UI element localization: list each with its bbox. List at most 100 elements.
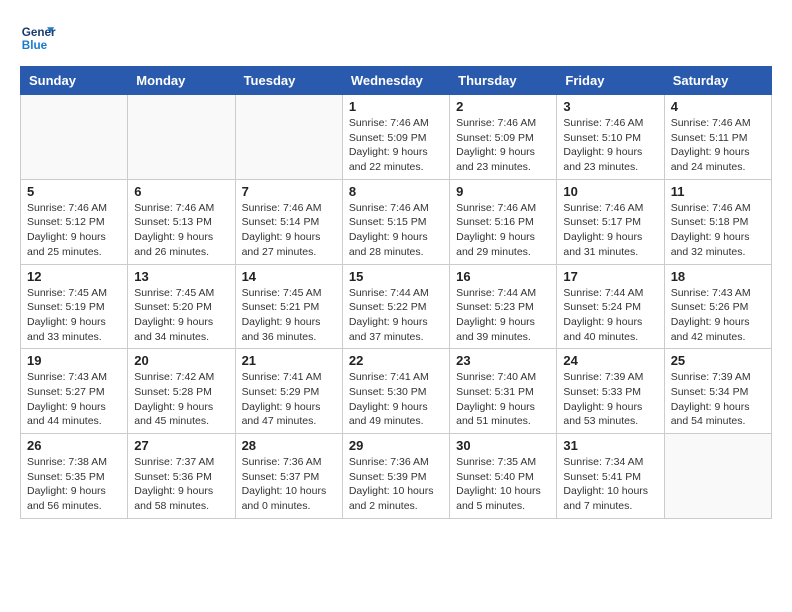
calendar-cell: 1 Sunrise: 7:46 AM Sunset: 5:09 PM Daylig… (342, 95, 449, 180)
day-number: 8 (349, 184, 443, 199)
calendar-cell: 18Sunrise: 7:43 AM Sunset: 5:26 PM Dayli… (664, 264, 771, 349)
day-number: 19 (27, 353, 121, 368)
weekday-header-wednesday: Wednesday (342, 67, 449, 95)
day-info: Sunrise: 7:46 AM Sunset: 5:09 PM Dayligh… (349, 116, 443, 175)
calendar-cell: 11 Sunrise: 7:46 AM Sunset: 5:18 PM Dayli… (664, 179, 771, 264)
day-info: Sunrise: 7:40 AM Sunset: 5:31 PM Dayligh… (456, 370, 550, 429)
calendar-cell: 28Sunrise: 7:36 AM Sunset: 5:37 PM Dayli… (235, 434, 342, 519)
day-number: 13 (134, 269, 228, 284)
calendar-cell: 30 Sunrise: 7:35 AM Sunset: 5:40 PM Dayli… (450, 434, 557, 519)
calendar-cell: 2 Sunrise: 7:46 AM Sunset: 5:09 PM Daylig… (450, 95, 557, 180)
calendar-cell: 10 Sunrise: 7:46 AM Sunset: 5:17 PM Dayli… (557, 179, 664, 264)
calendar-cell: 6 Sunrise: 7:46 AM Sunset: 5:13 PM Daylig… (128, 179, 235, 264)
calendar-cell: 24 Sunrise: 7:39 AM Sunset: 5:33 PM Dayli… (557, 349, 664, 434)
day-number: 3 (563, 99, 657, 114)
day-info: Sunrise: 7:44 AM Sunset: 5:22 PM Dayligh… (349, 286, 443, 345)
calendar-cell: 8Sunrise: 7:46 AM Sunset: 5:15 PM Daylig… (342, 179, 449, 264)
day-number: 2 (456, 99, 550, 114)
calendar-cell: 25Sunrise: 7:39 AM Sunset: 5:34 PM Dayli… (664, 349, 771, 434)
weekday-header-saturday: Saturday (664, 67, 771, 95)
calendar-cell (128, 95, 235, 180)
week-row-4: 19 Sunrise: 7:43 AM Sunset: 5:27 PM Dayli… (21, 349, 772, 434)
day-info: Sunrise: 7:37 AM Sunset: 5:36 PM Dayligh… (134, 455, 228, 514)
weekday-header-sunday: Sunday (21, 67, 128, 95)
logo-icon: General Blue (20, 20, 56, 56)
day-info: Sunrise: 7:44 AM Sunset: 5:23 PM Dayligh… (456, 286, 550, 345)
day-number: 29 (349, 438, 443, 453)
day-info: Sunrise: 7:43 AM Sunset: 5:27 PM Dayligh… (27, 370, 121, 429)
day-number: 14 (242, 269, 336, 284)
calendar-cell: 13 Sunrise: 7:45 AM Sunset: 5:20 PM Dayli… (128, 264, 235, 349)
day-info: Sunrise: 7:35 AM Sunset: 5:40 PM Dayligh… (456, 455, 550, 514)
day-info: Sunrise: 7:46 AM Sunset: 5:13 PM Dayligh… (134, 201, 228, 260)
day-number: 21 (242, 353, 336, 368)
day-number: 20 (134, 353, 228, 368)
day-info: Sunrise: 7:46 AM Sunset: 5:12 PM Dayligh… (27, 201, 121, 260)
day-number: 22 (349, 353, 443, 368)
week-row-3: 12 Sunrise: 7:45 AM Sunset: 5:19 PM Dayli… (21, 264, 772, 349)
calendar-cell: 7Sunrise: 7:46 AM Sunset: 5:14 PM Daylig… (235, 179, 342, 264)
day-number: 1 (349, 99, 443, 114)
day-info: Sunrise: 7:46 AM Sunset: 5:11 PM Dayligh… (671, 116, 765, 175)
week-row-2: 5Sunrise: 7:46 AM Sunset: 5:12 PM Daylig… (21, 179, 772, 264)
day-number: 12 (27, 269, 121, 284)
day-number: 28 (242, 438, 336, 453)
day-info: Sunrise: 7:36 AM Sunset: 5:39 PM Dayligh… (349, 455, 443, 514)
day-info: Sunrise: 7:41 AM Sunset: 5:29 PM Dayligh… (242, 370, 336, 429)
day-number: 10 (563, 184, 657, 199)
day-info: Sunrise: 7:46 AM Sunset: 5:16 PM Dayligh… (456, 201, 550, 260)
day-number: 23 (456, 353, 550, 368)
calendar-cell: 31Sunrise: 7:34 AM Sunset: 5:41 PM Dayli… (557, 434, 664, 519)
day-number: 24 (563, 353, 657, 368)
weekday-header-tuesday: Tuesday (235, 67, 342, 95)
day-number: 11 (671, 184, 765, 199)
calendar-cell: 9 Sunrise: 7:46 AM Sunset: 5:16 PM Daylig… (450, 179, 557, 264)
weekday-header-thursday: Thursday (450, 67, 557, 95)
day-info: Sunrise: 7:39 AM Sunset: 5:33 PM Dayligh… (563, 370, 657, 429)
calendar: SundayMondayTuesdayWednesdayThursdayFrid… (20, 66, 772, 519)
day-info: Sunrise: 7:42 AM Sunset: 5:28 PM Dayligh… (134, 370, 228, 429)
day-info: Sunrise: 7:39 AM Sunset: 5:34 PM Dayligh… (671, 370, 765, 429)
weekday-header-monday: Monday (128, 67, 235, 95)
weekday-header-friday: Friday (557, 67, 664, 95)
day-info: Sunrise: 7:45 AM Sunset: 5:19 PM Dayligh… (27, 286, 121, 345)
calendar-cell: 26Sunrise: 7:38 AM Sunset: 5:35 PM Dayli… (21, 434, 128, 519)
calendar-cell: 19 Sunrise: 7:43 AM Sunset: 5:27 PM Dayli… (21, 349, 128, 434)
day-number: 17 (563, 269, 657, 284)
day-number: 6 (134, 184, 228, 199)
day-number: 31 (563, 438, 657, 453)
day-info: Sunrise: 7:45 AM Sunset: 5:21 PM Dayligh… (242, 286, 336, 345)
day-info: Sunrise: 7:41 AM Sunset: 5:30 PM Dayligh… (349, 370, 443, 429)
day-number: 4 (671, 99, 765, 114)
calendar-cell: 21 Sunrise: 7:41 AM Sunset: 5:29 PM Dayli… (235, 349, 342, 434)
calendar-cell (235, 95, 342, 180)
calendar-cell: 3 Sunrise: 7:46 AM Sunset: 5:10 PM Daylig… (557, 95, 664, 180)
calendar-cell: 20 Sunrise: 7:42 AM Sunset: 5:28 PM Dayli… (128, 349, 235, 434)
svg-text:Blue: Blue (22, 39, 48, 52)
day-info: Sunrise: 7:38 AM Sunset: 5:35 PM Dayligh… (27, 455, 121, 514)
day-info: Sunrise: 7:46 AM Sunset: 5:14 PM Dayligh… (242, 201, 336, 260)
calendar-cell: 14 Sunrise: 7:45 AM Sunset: 5:21 PM Dayli… (235, 264, 342, 349)
week-row-5: 26Sunrise: 7:38 AM Sunset: 5:35 PM Dayli… (21, 434, 772, 519)
week-row-1: 1 Sunrise: 7:46 AM Sunset: 5:09 PM Daylig… (21, 95, 772, 180)
day-number: 30 (456, 438, 550, 453)
day-info: Sunrise: 7:46 AM Sunset: 5:18 PM Dayligh… (671, 201, 765, 260)
logo: General Blue (20, 20, 56, 56)
day-number: 15 (349, 269, 443, 284)
day-info: Sunrise: 7:46 AM Sunset: 5:09 PM Dayligh… (456, 116, 550, 175)
day-info: Sunrise: 7:45 AM Sunset: 5:20 PM Dayligh… (134, 286, 228, 345)
day-info: Sunrise: 7:46 AM Sunset: 5:17 PM Dayligh… (563, 201, 657, 260)
calendar-cell: 29 Sunrise: 7:36 AM Sunset: 5:39 PM Dayli… (342, 434, 449, 519)
calendar-cell: 16 Sunrise: 7:44 AM Sunset: 5:23 PM Dayli… (450, 264, 557, 349)
calendar-cell (21, 95, 128, 180)
calendar-cell: 12 Sunrise: 7:45 AM Sunset: 5:19 PM Dayli… (21, 264, 128, 349)
day-number: 16 (456, 269, 550, 284)
calendar-cell: 27 Sunrise: 7:37 AM Sunset: 5:36 PM Dayli… (128, 434, 235, 519)
day-info: Sunrise: 7:46 AM Sunset: 5:10 PM Dayligh… (563, 116, 657, 175)
calendar-cell: 22 Sunrise: 7:41 AM Sunset: 5:30 PM Dayli… (342, 349, 449, 434)
day-number: 18 (671, 269, 765, 284)
calendar-cell (664, 434, 771, 519)
day-number: 27 (134, 438, 228, 453)
day-number: 9 (456, 184, 550, 199)
calendar-cell: 5Sunrise: 7:46 AM Sunset: 5:12 PM Daylig… (21, 179, 128, 264)
